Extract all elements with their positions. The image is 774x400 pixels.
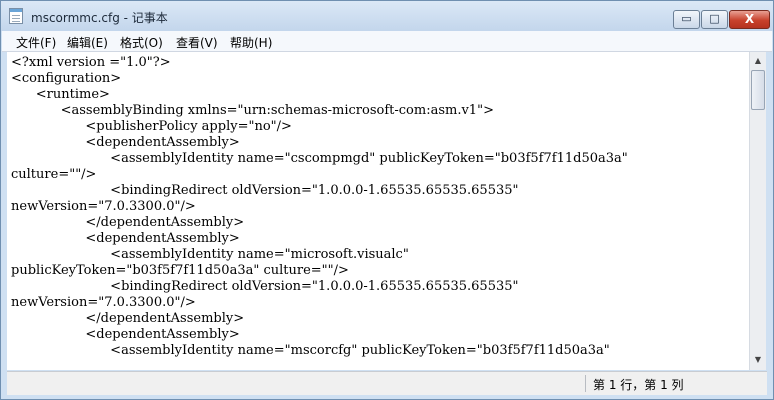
status-bar: 第 1 行，第 1 列 [7,371,767,395]
text-line: <dependentAssembly> [11,135,240,150]
vertical-scrollbar[interactable]: ▲ ▼ [749,52,766,370]
text-line: culture=""/> [11,167,97,182]
text-line: <assemblyBinding xmlns="urn:schemas-micr… [11,103,494,118]
close-button[interactable]: X [729,10,770,29]
scroll-down-icon[interactable]: ▼ [750,352,766,368]
menu-edit[interactable]: 编辑(E) [67,34,108,51]
text-line: <dependentAssembly> [11,327,240,342]
notepad-icon [9,8,23,24]
text-line: <assemblyIdentity name="cscompmgd" publi… [11,151,628,166]
text-line: <?xml version ="1.0"?> [11,55,171,70]
status-divider [585,375,586,392]
menu-view[interactable]: 查看(V) [176,34,218,51]
text-line: <bindingRedirect oldVersion="1.0.0.0-1.6… [11,183,519,198]
maximize-icon: □ [709,12,720,25]
minimize-button[interactable]: ▭ [673,10,700,29]
text-line: newVersion="7.0.3300.0"/> [11,295,196,310]
menu-format[interactable]: 格式(O) [120,34,163,51]
maximize-button[interactable]: □ [701,10,728,29]
text-line: <runtime> [11,87,110,102]
text-line: <dependentAssembly> [11,231,240,246]
minimize-icon: ▭ [681,12,692,25]
menu-help[interactable]: 帮助(H) [230,34,272,51]
close-icon: X [744,12,755,26]
window-title: mscormmc.cfg - 记事本 [31,11,168,25]
text-line: <publisherPolicy apply="no"/> [11,119,292,134]
text-line: </dependentAssembly> [11,311,245,326]
text-editor[interactable]: <?xml version ="1.0"?> <configuration> <… [7,52,749,370]
text-line: <bindingRedirect oldVersion="1.0.0.0-1.6… [11,279,519,294]
text-line: newVersion="7.0.3300.0"/> [11,199,196,214]
title-bar[interactable]: mscormmc.cfg - 记事本 ▭ □ X [1,1,773,31]
scroll-up-icon[interactable]: ▲ [750,53,766,69]
text-line: publicKeyToken="b03f5f7f11d50a3a" cultur… [11,263,349,278]
notepad-window: mscormmc.cfg - 记事本 ▭ □ X 文件(F) 编辑(E) 格式(… [0,0,774,400]
text-line: <assemblyIdentity name="microsoft.visual… [11,247,409,262]
text-line: </dependentAssembly> [11,215,245,230]
menu-file[interactable]: 文件(F) [16,34,56,51]
cursor-position: 第 1 行，第 1 列 [593,378,684,392]
scroll-thumb[interactable] [751,70,765,110]
text-line: <assemblyIdentity name="mscorcfg" public… [11,343,610,358]
menu-bar: 文件(F) 编辑(E) 格式(O) 查看(V) 帮助(H) [2,31,772,52]
text-line: <configuration> [11,71,122,86]
